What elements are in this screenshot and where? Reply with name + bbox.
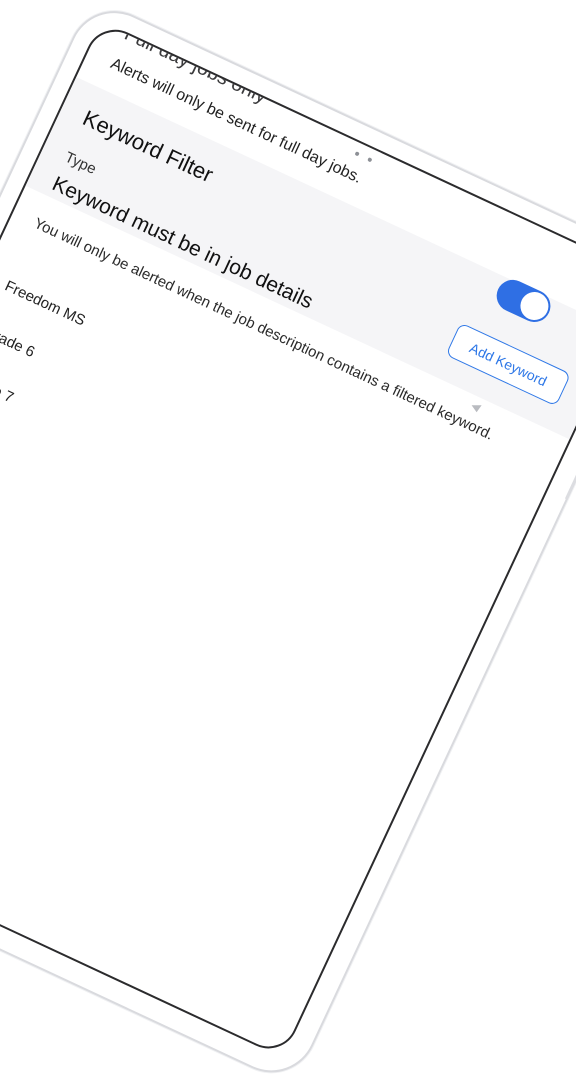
settings-content: Full day jobs only Alerts will only be s… — [0, 23, 576, 444]
screen: Full day jobs only Alerts will only be s… — [0, 19, 576, 1059]
keyword-item[interactable]: Grade 7 — [0, 368, 16, 406]
tablet-device: Full day jobs only Alerts will only be s… — [0, 0, 576, 1087]
camera-dot — [354, 151, 360, 157]
keyword-item[interactable]: Freedom MS — [2, 277, 88, 329]
keyword-item[interactable]: Grade 6 — [0, 323, 37, 361]
camera-dot — [367, 157, 373, 163]
chevron-down-icon[interactable] — [471, 405, 482, 413]
